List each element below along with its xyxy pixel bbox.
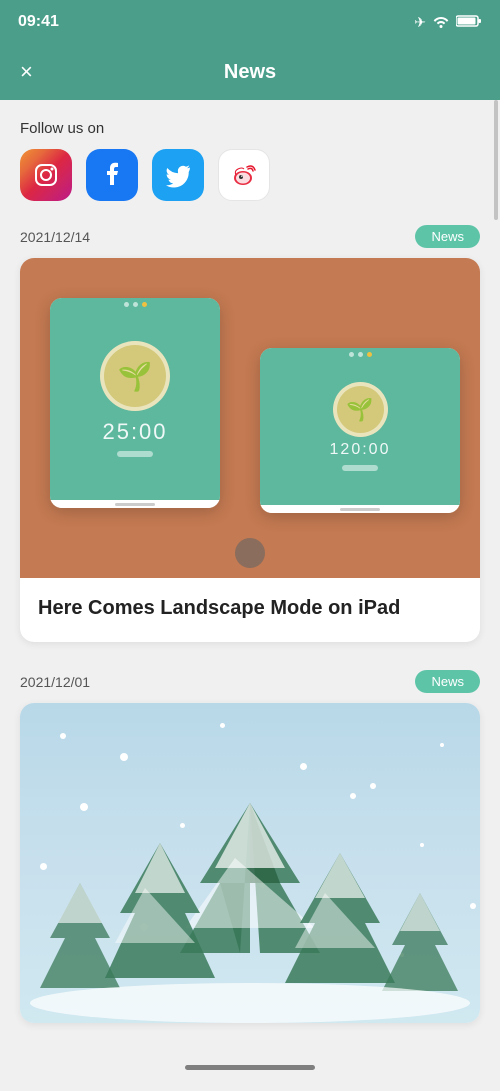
ipad-plant-circle-2: 🌱 xyxy=(333,382,388,437)
follow-section: Follow us on xyxy=(20,120,480,201)
ipad-screen-2: 🌱 120:00 xyxy=(260,348,460,505)
article-2-date-row: 2021/12/01 News xyxy=(20,670,480,693)
ipad-screen-1: 🌱 25:00 xyxy=(50,298,220,500)
snow-scene xyxy=(20,703,480,1023)
weibo-button[interactable] xyxy=(218,149,270,201)
airplane-icon: ✈ xyxy=(414,14,426,31)
scroll-indicator xyxy=(235,538,265,568)
follow-label: Follow us on xyxy=(20,120,480,137)
article-card-1[interactable]: 🌱 25:00 🌱 xyxy=(20,258,480,642)
ipad-mockup-landscape: 🌱 120:00 xyxy=(260,348,460,513)
status-icons: ✈ xyxy=(414,14,482,31)
content-area: Follow us on xyxy=(0,100,500,1091)
article-1-body: Here Comes Landscape Mode on iPad xyxy=(20,578,480,642)
article-1-date-row: 2021/12/14 News xyxy=(20,225,480,248)
home-indicator xyxy=(185,1065,315,1070)
instagram-button[interactable] xyxy=(20,149,72,201)
article-2-date: 2021/12/01 xyxy=(20,674,90,690)
twitter-button[interactable] xyxy=(152,149,204,201)
ipad-timer-1: 25:00 xyxy=(102,419,167,445)
article-card-2[interactable] xyxy=(20,703,480,1023)
plant-icon: 🌱 xyxy=(118,360,153,393)
social-icons-row xyxy=(20,149,480,201)
facebook-button[interactable] xyxy=(86,149,138,201)
article-1-image: 🌱 25:00 🌱 xyxy=(20,258,480,578)
ipad-timer-2: 120:00 xyxy=(330,441,391,459)
scrollbar-thumb[interactable] xyxy=(494,100,498,220)
ipad-button-2 xyxy=(342,465,378,471)
ipad-mockup-portrait: 🌱 25:00 xyxy=(50,298,220,508)
article-1-date: 2021/12/14 xyxy=(20,229,90,245)
wifi-icon xyxy=(432,14,450,31)
plant-icon-2: 🌱 xyxy=(346,397,373,423)
article-1-badge: News xyxy=(415,225,480,248)
trees-svg xyxy=(20,783,480,1023)
page-title: News xyxy=(224,61,276,84)
status-bar: 09:41 ✈ xyxy=(0,0,500,44)
ipad-plant-circle: 🌱 xyxy=(100,341,170,411)
status-time: 09:41 xyxy=(18,13,59,31)
ipad-button-1 xyxy=(117,451,153,457)
nav-bar: × News xyxy=(0,44,500,100)
article-1-title: Here Comes Landscape Mode on iPad xyxy=(38,594,462,622)
scrollbar-track xyxy=(494,100,498,700)
article-2-image xyxy=(20,703,480,1023)
battery-icon xyxy=(456,14,482,31)
article-2-badge: News xyxy=(415,670,480,693)
close-button[interactable]: × xyxy=(20,59,33,85)
